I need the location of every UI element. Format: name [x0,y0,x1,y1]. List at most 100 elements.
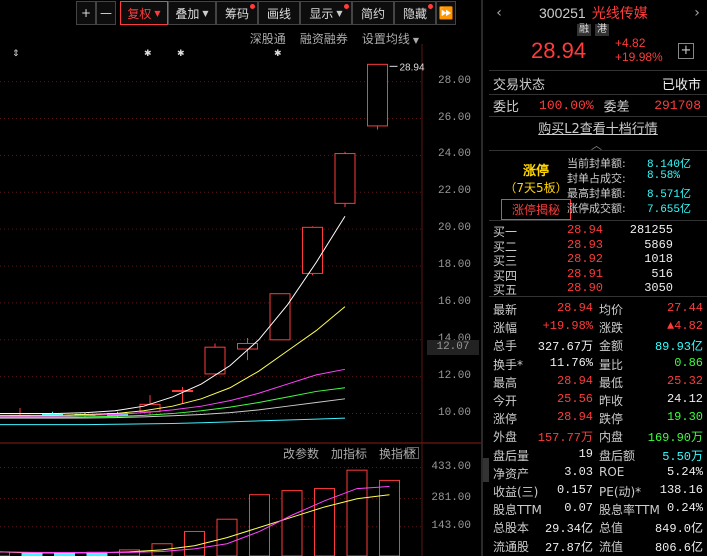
rongzi-link[interactable]: 融资融券 [300,30,348,47]
diejia-dropdown[interactable]: 叠加 ▼ [168,1,216,25]
quote-row: 外盘 157.77万 内盘 169.90万 [493,428,705,446]
add-watchlist-button[interactable]: + [678,43,694,59]
quote-value: 0.07 [564,501,593,516]
quote-label: 收益(三) [493,485,539,499]
jianyue-button[interactable]: 简约 [352,1,394,25]
quote-value: 27.44 [666,301,703,315]
limit-up-info-row: 当前封单额: 8.140亿 [567,155,705,171]
zoom-in-button[interactable]: + [76,1,96,25]
limit-up-info: 当前封单额: 8.140亿 封单占成交: 8.58% 最高封单额: 8.571亿 涨停成交额… [567,155,705,216]
quote-label: ROE [599,464,625,479]
expand-icon[interactable]: ⏩ [436,1,456,25]
bid-level-row[interactable]: 买三 28.92 1018 [493,252,703,268]
change-params-button[interactable]: 改参数 [283,445,319,462]
chevron-down-icon: ▼ [336,8,343,18]
quote-value: 3.03 [564,464,593,479]
add-indicator-button[interactable]: 加指标 [331,445,367,462]
info-value: 7.655亿 [647,204,692,216]
bid-volume: 5869 [644,237,673,252]
price-tick-label: 12.00 [437,369,471,382]
quote-value: 327.67万 [537,340,593,355]
bid-level-row[interactable]: 买二 28.93 5869 [493,237,703,254]
bid-price: 28.94 [566,223,603,237]
fuquan-dropdown[interactable]: 复权 ▼ [120,1,168,25]
weibi-row: 委比 100.00% 委差 291708 [493,96,705,115]
event-marker-icon: ✱ [144,49,152,59]
quote-row: 收益(三) 0.157 PE(动)* 138.16 [493,483,705,499]
bid-level-row[interactable]: 买一 28.94 281255 [493,223,703,239]
quote-label: 量比 [599,357,624,372]
bid-volume: 1018 [644,252,673,266]
chevron-left-icon[interactable]: ‹ [489,5,509,21]
quote-label: 总股本 [493,521,530,536]
xianshi-dropdown[interactable]: 显示 ▼ [300,1,352,25]
quote-label: 最新 [493,303,518,317]
quote-label: 换手* [493,357,524,372]
quote-label: 流值 [599,539,624,554]
volume-tick-label: 281.00 [431,491,471,504]
chevron-right-icon[interactable]: › [687,5,707,21]
limit-up-streak: （7天5板） [504,181,568,195]
bid-label: 买一 [493,225,518,239]
chouma-button[interactable]: 筹码 [216,1,258,25]
zoom-out-button[interactable]: — [96,1,116,25]
quote-value: 0.86 [674,355,703,370]
buy-l2-link[interactable]: 购买L2查看十档行情 [489,118,707,137]
price-tick-label: 26.00 [437,111,471,124]
info-key: 最高封单额: [567,187,626,200]
notification-dot-icon [250,4,255,9]
kline-canvas[interactable]: 28.94 ⇕ ✱ ✱ ✱ [0,0,481,556]
diejia-label: 叠加 [175,6,200,21]
quote-label: 盘后额 [599,448,636,463]
close-icon[interactable]: ✕ [407,447,419,459]
quote-value: 157.77万 [537,431,593,446]
bid-level-row[interactable]: 买五 28.90 3050 [493,281,703,297]
price-tick-label: 24.00 [437,148,471,161]
price-tick-label: 22.00 [437,185,471,198]
high-marker-label: 28.94 [400,62,425,73]
info-value: 8.140亿 [647,159,692,171]
weicha-value: 291708 [654,98,701,113]
ma-settings-link[interactable]: 设置均线 ▼ [362,30,419,47]
limit-up-reveal-button[interactable]: 涨停揭秘 [501,199,571,220]
stock-badges: 融 港 [577,24,609,36]
kline-chart[interactable]: 28.94 ⇕ ✱ ✱ ✱ + — 复权 ▼ 叠加 ▼ 筹码 画线 显示 ▼ 简约 隐藏 ⏩ … [0,0,481,556]
quote-label: 均价 [599,303,624,317]
quote-value: 25.32 [666,373,703,388]
notification-dot-icon [344,4,349,9]
limit-up-info-row: 涨停成交额: 7.655亿 [567,200,705,216]
quote-row: 最高 28.94 最低 25.32 [493,374,705,390]
quote-row: 涨停 28.94 跌停 19.30 [493,410,705,426]
quote-row: 净资产 3.03 ROE 5.24% [493,465,705,481]
shengutong-link[interactable]: 深股通 [250,30,286,47]
volume-bar [379,479,400,556]
bid-price: 28.92 [566,252,603,266]
quote-label: 昨收 [599,394,624,408]
huaxian-button[interactable]: 画线 [258,1,300,25]
quote-label: 今开 [493,394,518,408]
quote-label: 股息TTM [493,503,542,518]
quote-value: +19.98% [542,319,593,334]
quote-label: 金额 [599,339,624,354]
info-value: 8.571亿 [647,189,692,201]
candle-body [172,390,193,393]
quote-row: 涨幅 +19.98% 涨跌 ▲4.82 [493,319,705,335]
chart-toolbar: + — 复权 ▼ 叠加 ▼ 筹码 画线 显示 ▼ 简约 隐藏 ⏩ [76,0,456,26]
quote-label: 最高 [493,375,518,390]
candle-body [237,342,258,350]
event-marker-icon: ⇕ [12,49,20,59]
last-price: 28.94 [531,38,587,63]
yincang-button[interactable]: 隐藏 [394,1,436,25]
quote-value: 29.34亿 [544,522,593,537]
bid-level-row[interactable]: 买四 28.91 516 [493,267,703,283]
chart-sublinks: 深股通 融资融券 设置均线 ▼ [250,30,419,47]
change-amount: +4.82 [615,36,646,50]
notification-dot-icon [428,4,433,9]
limit-up-info-row: 封单占成交: 8.58% [567,170,705,185]
yincang-label: 隐藏 [402,6,427,21]
quote-label: 涨跌 [599,321,624,336]
event-marker-icon: ✱ [274,49,282,59]
quote-row: 最新 28.94 均价 27.44 [493,301,705,317]
hk-connect-badge: 港 [595,24,609,36]
quote-panel: ‹ 300251 光线传媒 › 融 港 28.94 +4.82 +19.98% … [489,0,707,556]
